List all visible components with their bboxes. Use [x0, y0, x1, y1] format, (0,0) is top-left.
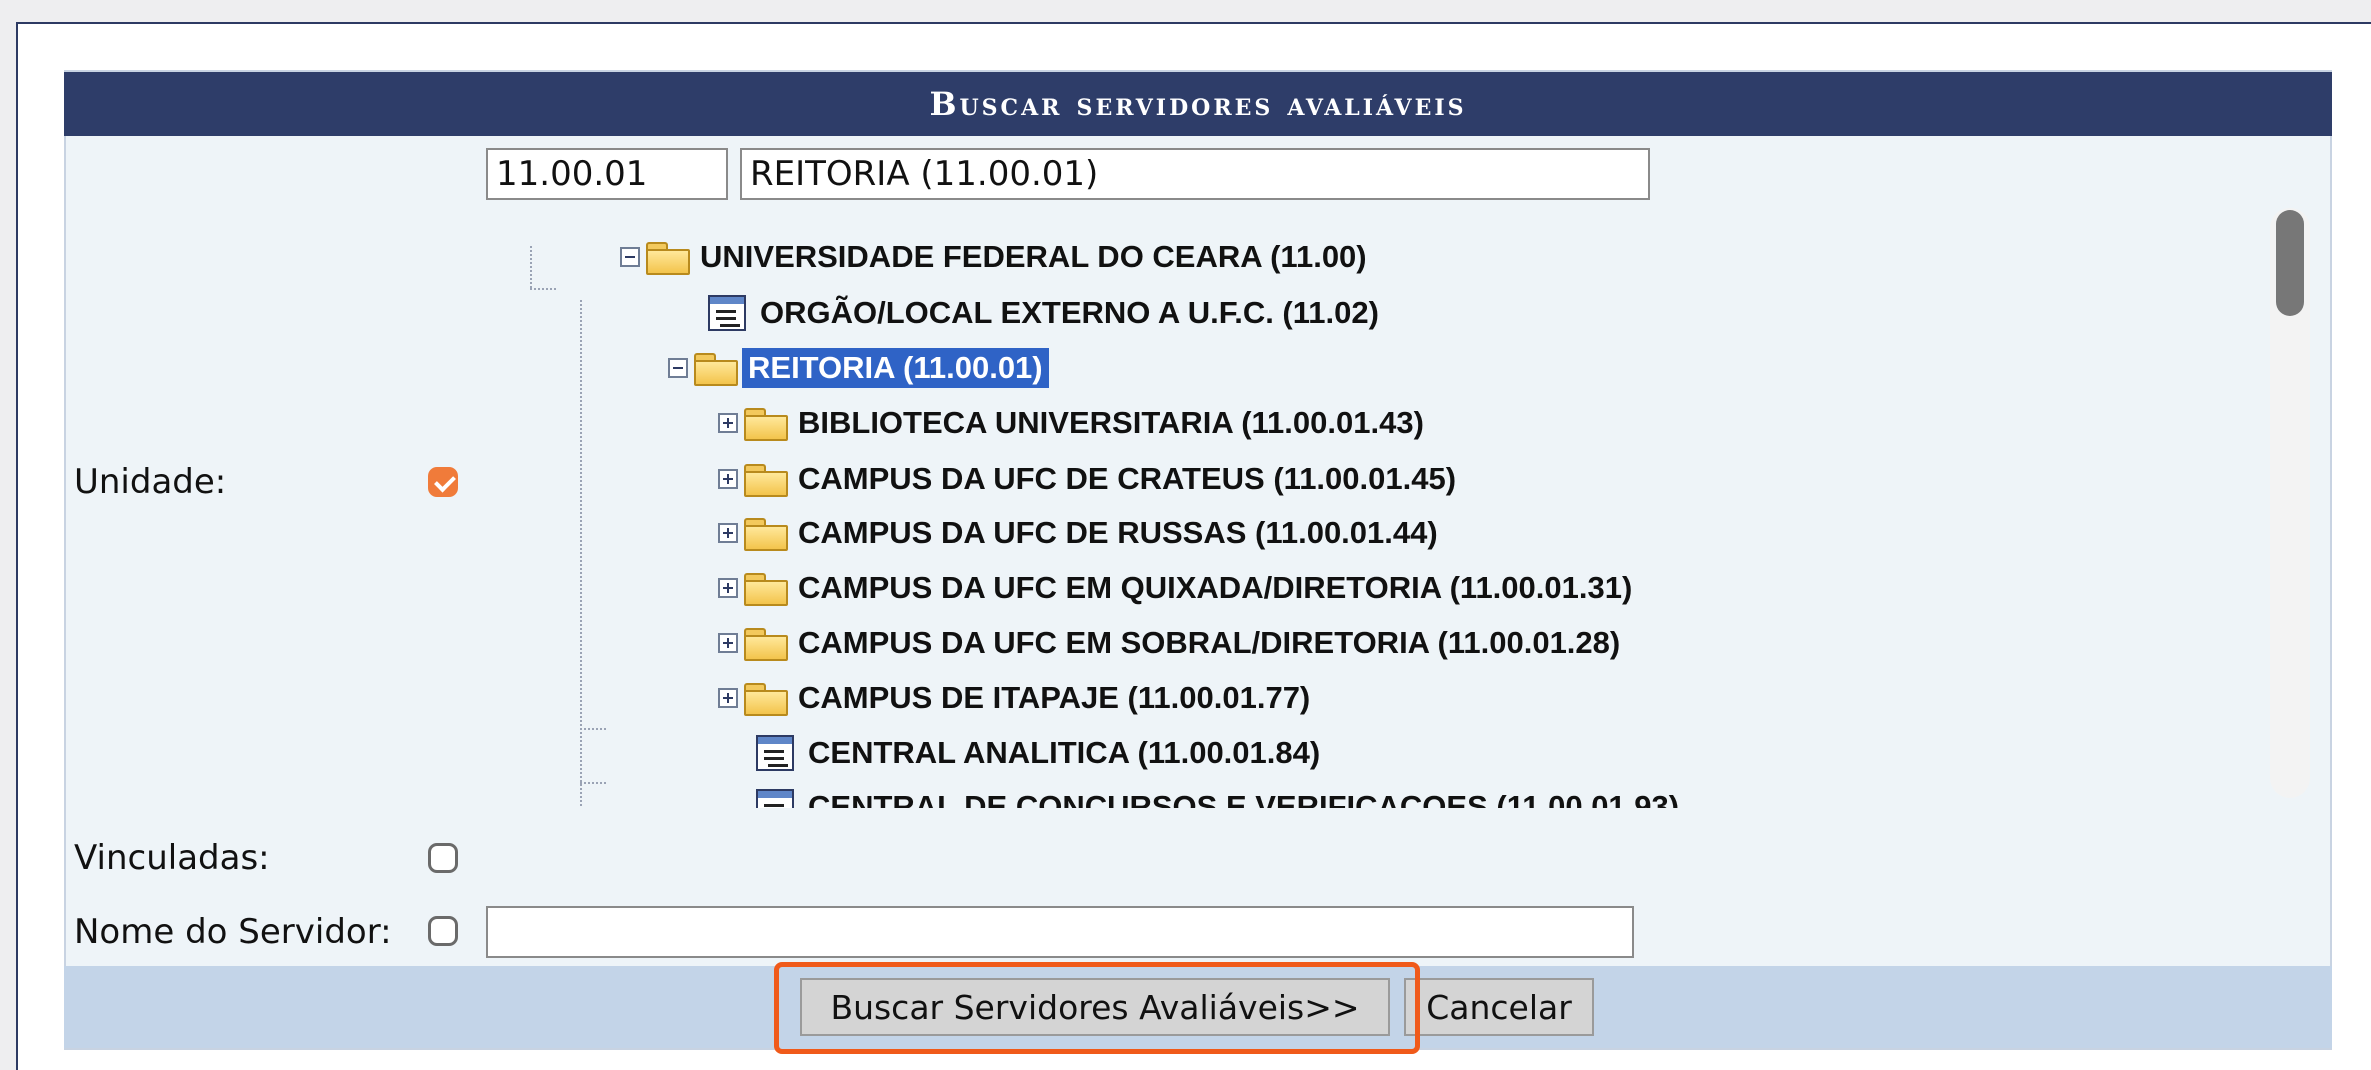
expand-icon[interactable] — [718, 578, 738, 598]
tree-node-label: CAMPUS DA UFC DE CRATEUS (11.00.01.45) — [798, 461, 1457, 496]
unidade-code-input[interactable] — [486, 148, 728, 200]
tree-node-label: CAMPUS DA UFC DE RUSSAS (11.00.01.44) — [798, 515, 1438, 550]
tree-node-label: CENTRAL ANALITICA (11.00.01.84) — [808, 735, 1321, 770]
collapse-icon[interactable] — [620, 247, 640, 267]
unidade-checkbox[interactable] — [428, 467, 458, 497]
folder-icon — [742, 571, 788, 606]
nome-servidor-input[interactable] — [486, 906, 1634, 958]
document-icon — [756, 735, 794, 771]
nome-servidor-label: Nome do Servidor: — [74, 912, 392, 952]
tree-node-label: CAMPUS DA UFC EM SOBRAL/DIRETORIA (11.00… — [798, 625, 1621, 660]
tree-node[interactable]: CAMPUS DE ITAPAJE (11.00.01.77) — [718, 675, 1316, 721]
unidade-label: Unidade: — [74, 462, 227, 502]
tree-node[interactable]: CAMPUS DA UFC EM SOBRAL/DIRETORIA (11.00… — [718, 620, 1626, 666]
tree-node-label: BIBLIOTECA UNIVERSITARIA (11.00.01.43) — [798, 405, 1424, 440]
search-button-highlight — [774, 962, 1420, 1054]
vinculadas-label: Vinculadas: — [74, 838, 270, 878]
folder-icon — [742, 462, 788, 497]
folder-open-icon — [692, 351, 738, 386]
tree-node[interactable]: CENTRAL ANALITICA (11.00.01.84) — [756, 730, 1326, 776]
form-title: Buscar servidores avaliáveis — [64, 72, 2332, 136]
tree-node[interactable]: ORGÃO/LOCAL EXTERNO A U.F.C. (11.02) — [708, 290, 1385, 336]
tree-connector — [530, 288, 556, 290]
cancel-button[interactable]: Cancelar — [1404, 978, 1594, 1036]
tree-scrollbar-thumb[interactable] — [2276, 210, 2304, 316]
tree-connector — [580, 300, 582, 808]
tree-node[interactable]: CAMPUS DA UFC DE RUSSAS (11.00.01.44) — [718, 510, 1444, 556]
expand-icon[interactable] — [718, 633, 738, 653]
tree-node[interactable]: CAMPUS DA UFC EM QUIXADA/DIRETORIA (11.0… — [718, 565, 1638, 611]
tree-node-label: UNIVERSIDADE FEDERAL DO CEARA (11.00) — [700, 239, 1367, 274]
folder-icon — [742, 516, 788, 551]
document-icon — [708, 295, 746, 331]
tree-connector — [580, 728, 606, 730]
expand-icon[interactable] — [718, 688, 738, 708]
tree-node[interactable]: CENTRAL DE CONCURSOS E VERIFICACOES (11.… — [756, 784, 1685, 808]
tree-node-label: CENTRAL DE CONCURSOS E VERIFICACOES (11.… — [808, 789, 1680, 808]
tree-node-label: CAMPUS DE ITAPAJE (11.00.01.77) — [798, 680, 1311, 715]
folder-icon — [742, 406, 788, 441]
expand-icon[interactable] — [718, 523, 738, 543]
nome-servidor-checkbox[interactable] — [428, 916, 458, 946]
vinculadas-checkbox[interactable] — [428, 843, 458, 873]
folder-icon — [742, 681, 788, 716]
expand-icon[interactable] — [718, 469, 738, 489]
unit-tree[interactable]: UNIVERSIDADE FEDERAL DO CEARA (11.00) OR… — [486, 200, 2314, 808]
tree-node[interactable]: BIBLIOTECA UNIVERSITARIA (11.00.01.43) — [718, 400, 1430, 446]
tree-node[interactable]: UNIVERSIDADE FEDERAL DO CEARA (11.00) — [620, 234, 1373, 280]
tree-connector — [530, 246, 532, 288]
tree-node-selected[interactable]: REITORIA (11.00.01) — [668, 345, 1049, 391]
tree-node-label: REITORIA (11.00.01) — [742, 348, 1049, 388]
tree-node-label: CAMPUS DA UFC EM QUIXADA/DIRETORIA (11.0… — [798, 570, 1633, 605]
collapse-icon[interactable] — [668, 358, 688, 378]
tree-node[interactable]: CAMPUS DA UFC DE CRATEUS (11.00.01.45) — [718, 456, 1462, 502]
document-icon — [756, 789, 794, 808]
folder-icon — [742, 626, 788, 661]
folder-open-icon — [644, 240, 690, 275]
expand-icon[interactable] — [718, 413, 738, 433]
unidade-name-input[interactable] — [740, 148, 1650, 200]
tree-connector — [580, 782, 606, 784]
tree-node-label: ORGÃO/LOCAL EXTERNO A U.F.C. (11.02) — [760, 295, 1379, 330]
